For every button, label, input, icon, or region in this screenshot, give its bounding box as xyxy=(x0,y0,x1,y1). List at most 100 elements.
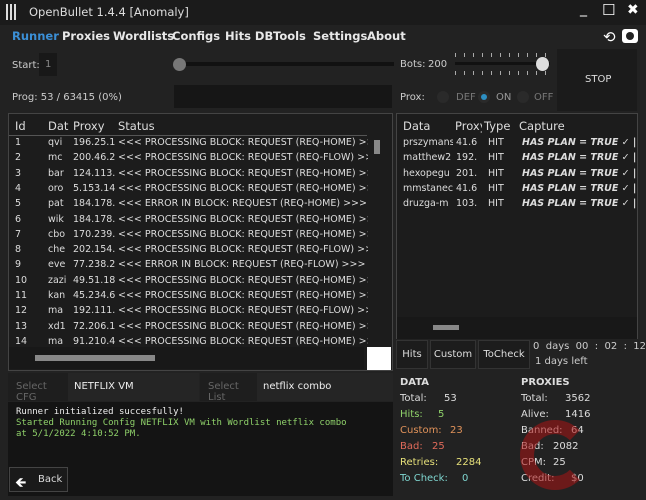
proxy-stat-label: CPM: xyxy=(521,457,547,468)
cell-status: <<< PROCESSING BLOCK: REQUEST (REQ-HOME)… xyxy=(118,167,368,179)
cell-capture: HAS PLAN = TRUE ✓ | CON xyxy=(522,198,637,210)
table-row[interactable]: 1 qvi 196.25.1 <<< PROCESSING BLOCK: REQUES… xyxy=(9,136,369,151)
reload-icon[interactable]: ⟲ xyxy=(603,28,616,46)
cell-id: 9 xyxy=(15,259,22,271)
prox-radio-def[interactable] xyxy=(437,91,449,103)
menu-about[interactable]: About xyxy=(367,29,406,43)
table-row[interactable]: matthew2 192. HIT HAS PLAN = TRUE ✓ | CON xyxy=(397,151,637,166)
table-row[interactable]: 11 kan 45.234.6 <<< PROCESSING BLOCK: REQUE… xyxy=(9,289,369,304)
start-slider-thumb[interactable] xyxy=(173,58,186,71)
data-stat-label: Retries: xyxy=(400,457,439,468)
horizontal-scrollbar[interactable] xyxy=(9,347,364,369)
cell-proxy: 170.239. xyxy=(73,228,115,240)
table-row[interactable]: 5 pat 184.178. <<< ERROR IN BLOCK: REQUEST … xyxy=(9,197,369,212)
bots-slider-thumb[interactable] xyxy=(536,57,549,71)
app-logo-icon xyxy=(6,4,18,20)
table-row[interactable]: 3 bar 124.113. <<< PROCESSING BLOCK: REQUES… xyxy=(9,167,369,182)
data-stat-label: To Check: xyxy=(400,473,448,484)
back-arrow-icon: 🡸 xyxy=(15,475,27,491)
prox-radio-off[interactable] xyxy=(517,91,529,103)
vertical-scrollbar[interactable] xyxy=(371,122,385,340)
progress-label: Prog: 53 / 63415 (0%) xyxy=(12,92,122,103)
proxy-stat-value: 64 xyxy=(571,425,584,436)
select-cfg-button[interactable]: Select CFG xyxy=(8,373,68,403)
cell-capture: HAS PLAN = TRUE ✓ | CON xyxy=(522,137,637,148)
cell-proxy: 184.178. xyxy=(73,198,115,210)
cell-proxy: 5.153.14 xyxy=(73,182,115,194)
table-row[interactable]: 8 che 202.154. <<< PROCESSING BLOCK: REQUES… xyxy=(9,243,369,258)
data-stat-label: Custom: xyxy=(400,425,442,436)
horizontal-scrollbar[interactable] xyxy=(397,317,637,339)
col-data[interactable]: Data xyxy=(403,119,430,133)
menu-tools[interactable]: Tools xyxy=(273,29,306,43)
table-row[interactable]: 2 mc 200.46.2 <<< PROCESSING BLOCK: REQUEST… xyxy=(9,151,369,166)
back-button[interactable]: 🡸 Back xyxy=(9,467,68,492)
cell-data: ma xyxy=(48,305,64,317)
menu-configs[interactable]: Configs xyxy=(172,29,220,43)
prox-radio-on[interactable] xyxy=(478,91,490,103)
camera-icon[interactable] xyxy=(622,29,638,43)
cell-capture: HAS PLAN = TRUE ✓ | CON xyxy=(522,182,637,194)
col-status[interactable]: Status xyxy=(118,119,155,133)
table-row[interactable]: 13 xd1 72.206.1 <<< PROCESSING BLOCK: REQUE… xyxy=(9,320,369,335)
start-input[interactable]: 1 xyxy=(39,53,57,76)
log-line: Started Running Config NETFLIX VM with W… xyxy=(16,418,347,428)
cell-proxy: 72.206.1 xyxy=(73,320,115,332)
hits-grid: Data Proxy Type Capture prszymans41.6HIT… xyxy=(396,113,638,339)
cell-data: qvi xyxy=(48,137,63,148)
col-proxy[interactable]: Proxy xyxy=(455,119,482,133)
menu-proxies[interactable]: Proxies xyxy=(62,29,110,43)
tab-hits[interactable]: Hits xyxy=(396,340,428,369)
cell-id: 2 xyxy=(15,152,22,164)
col-type[interactable]: Type xyxy=(484,119,510,133)
menu-settings[interactable]: Settings xyxy=(313,29,367,43)
cell-proxy: 49.51.18 xyxy=(73,274,115,286)
table-row[interactable]: 12 ma 192.111. <<< PROCESSING BLOCK: REQUES… xyxy=(9,304,369,319)
cell-status: <<< ERROR IN BLOCK: REQUEST (REQ-FLOW) >… xyxy=(118,259,366,271)
cell-status: <<< PROCESSING BLOCK: REQUEST (REQ-HOME)… xyxy=(118,213,368,225)
minimize-button[interactable]: _ xyxy=(580,1,587,17)
cell-id: 7 xyxy=(15,228,22,240)
table-row[interactable]: 7 cbo 170.239. <<< PROCESSING BLOCK: REQUES… xyxy=(9,228,369,243)
stop-button[interactable]: STOP xyxy=(557,49,637,111)
maximize-button[interactable]: ☐ xyxy=(602,1,615,19)
cell-proxy: 201. xyxy=(456,167,478,179)
tab-tocheck[interactable]: ToCheck xyxy=(478,340,530,369)
table-row[interactable]: hexopegu 201. HIT HAS PLAN = TRUE ✓ | CON xyxy=(397,167,637,182)
table-row[interactable]: 9 eve 77.238.2 <<< ERROR IN BLOCK: REQUEST … xyxy=(9,258,369,273)
start-slider[interactable] xyxy=(174,62,394,66)
cell-id: 5 xyxy=(15,198,22,210)
cell-id: 6 xyxy=(15,213,22,225)
cell-type: HIT xyxy=(488,198,504,210)
cell-proxy: 192.111. xyxy=(73,305,115,317)
cell-id: 11 xyxy=(15,290,28,301)
table-row[interactable]: druzga-m 103. HIT HAS PLAN = TRUE ✓ | CON xyxy=(397,197,637,212)
cell-proxy: 77.238.2 xyxy=(73,259,115,271)
table-row[interactable]: mmstanec41.6 HIT HAS PLAN = TRUE ✓ | CON xyxy=(397,182,637,197)
cell-id: 8 xyxy=(15,244,22,256)
select-list-button[interactable]: Select List xyxy=(200,373,257,403)
table-row[interactable]: 4 oro 5.153.14 <<< PROCESSING BLOCK: REQUES… xyxy=(9,182,369,197)
proxies-label: Prox: xyxy=(400,92,425,103)
menu-hitsdb[interactable]: Hits DB xyxy=(225,29,273,43)
cfg-field[interactable]: NETFLIX VM xyxy=(68,373,199,401)
menu-runner[interactable]: Runner xyxy=(12,29,59,43)
proxy-stat-value: 25 xyxy=(553,457,566,468)
cell-proxy: 202.154. xyxy=(73,244,115,256)
log-line: Runner initialized succesfully! xyxy=(16,407,184,417)
table-row[interactable]: prszymans41.6 HIT HAS PLAN = TRUE ✓ | CON xyxy=(397,136,637,151)
table-row[interactable]: 6 wik 184.178. <<< PROCESSING BLOCK: REQUES… xyxy=(9,213,369,228)
col-id[interactable]: Id xyxy=(15,119,26,133)
col-proxy[interactable]: Proxy xyxy=(73,119,105,133)
table-row[interactable]: 10 zazi 49.51.18 <<< PROCESSING BLOCK: REQU… xyxy=(9,274,369,289)
col-data[interactable]: Dat xyxy=(48,119,68,133)
list-field[interactable]: netflix combo xyxy=(257,373,393,401)
close-button[interactable]: ✖ xyxy=(627,2,639,18)
log-line: at 5/1/2022 4:10:52 PM. xyxy=(16,429,141,439)
cell-status: <<< PROCESSING BLOCK: REQUEST (REQ-HOME)… xyxy=(118,335,368,347)
prox-def-label: DEF xyxy=(456,92,476,103)
tab-custom[interactable]: Custom xyxy=(430,340,476,369)
col-capture[interactable]: Capture xyxy=(519,119,565,133)
menu-wordlists[interactable]: Wordlists xyxy=(113,29,174,43)
cell-data: oro xyxy=(48,182,64,194)
